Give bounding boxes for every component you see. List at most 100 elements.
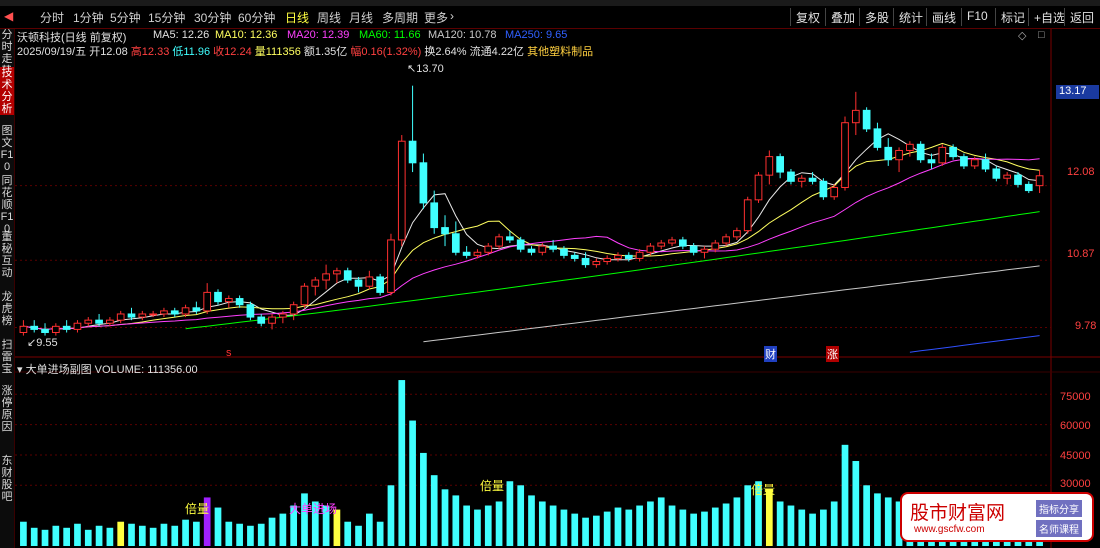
candle-body: [603, 257, 612, 263]
candle-body: [160, 310, 168, 315]
period-daily[interactable]: 日线: [285, 9, 309, 26]
volume-bar: [884, 497, 892, 546]
candle-body: [819, 180, 828, 198]
beiliang-label-3: 倍量: [751, 483, 776, 497]
candle-body: [657, 242, 666, 247]
chevron-right-icon[interactable]: ›: [450, 9, 454, 23]
period-fenshi[interactable]: 分时: [40, 9, 64, 26]
candle-body: [711, 242, 720, 250]
period-60min[interactable]: 60分钟: [238, 9, 275, 26]
volume-bar: [647, 501, 654, 546]
volume-bar: [106, 527, 114, 546]
volume-bar: [798, 509, 806, 546]
candle-body: [949, 146, 957, 158]
period-weekly[interactable]: 周线: [317, 9, 341, 26]
candle-body: [95, 319, 103, 324]
volume-bar: [657, 497, 665, 546]
candle-body: [851, 109, 860, 124]
candle-body: [192, 307, 201, 312]
volume-bar: [52, 525, 60, 546]
volume-bar: [701, 511, 708, 546]
period-more[interactable]: 更多: [424, 9, 448, 26]
high-marker: ↖13.70: [407, 63, 444, 75]
f10-button[interactable]: F10: [961, 8, 993, 26]
watermark-title: 股市财富网: [910, 502, 1006, 524]
multi-stock-button[interactable]: 多股: [859, 8, 894, 26]
volume-bar: [863, 485, 870, 546]
candle-body: [484, 245, 493, 253]
volume-bar: [117, 521, 125, 546]
candle-body: [797, 177, 806, 182]
volume-bar: [582, 517, 589, 546]
volume-bar: [268, 517, 276, 546]
candle-body: [300, 285, 309, 306]
draw-line-button[interactable]: 画线: [926, 8, 961, 26]
ma250-line: [909, 335, 1040, 353]
candle-body: [257, 316, 266, 324]
return-button[interactable]: 返回: [1064, 8, 1099, 26]
candle-body: [343, 270, 352, 281]
sidebar-item-guba[interactable]: 东财股吧: [0, 455, 14, 505]
volume-bar: [495, 501, 503, 546]
vol-tick-1: 75000: [1060, 391, 1091, 403]
volume-bar: [30, 527, 38, 546]
sidebar-item-saolei[interactable]: 扫雷宝: [0, 339, 14, 379]
candle-body: [149, 313, 157, 316]
sidebar-item-f10[interactable]: 图文F10: [0, 125, 14, 173]
volume-bar: [279, 513, 287, 546]
period-30min[interactable]: 30分钟: [194, 9, 231, 26]
period-1min[interactable]: 1分钟: [73, 9, 104, 26]
candle-body: [992, 168, 1001, 179]
volume-bar: [538, 501, 546, 546]
sidebar-item-longhu[interactable]: 龙虎榜: [0, 291, 14, 331]
sidebar-item-fenshi[interactable]: 分时走势: [0, 29, 14, 77]
period-15min[interactable]: 15分钟: [148, 9, 185, 26]
price-tick-2: 10.87: [1067, 248, 1095, 260]
candle-body: [560, 248, 568, 256]
stats-button[interactable]: 统计: [893, 8, 928, 26]
sidebar-item-zhangting[interactable]: 涨停原因: [0, 385, 14, 445]
candle-body: [678, 239, 687, 247]
volume-bar: [625, 509, 633, 546]
fuquan-button[interactable]: 复权: [790, 8, 825, 26]
period-multi[interactable]: 多周期: [382, 9, 418, 26]
candle-body: [62, 325, 71, 330]
candle-body: [581, 257, 590, 266]
candle-body: [235, 298, 244, 306]
watermark-tag2: 名师课程: [1036, 520, 1082, 537]
candle-body: [538, 245, 547, 253]
chart-area[interactable]: 沃顿科技(日线 前复权) MA5: 12.26 MA10: 12.36 MA20…: [15, 29, 1100, 548]
subchart-triangle-icon[interactable]: ▾: [17, 364, 23, 376]
overlay-button[interactable]: 叠加: [825, 8, 860, 26]
volume-bar: [560, 509, 568, 546]
sidebar-item-ths-f10[interactable]: 同花顺F10: [0, 175, 14, 235]
sidebar-item-tech[interactable]: 技术分析: [0, 67, 14, 115]
candle-body: [408, 140, 417, 164]
candle-body: [203, 291, 212, 312]
candle-body: [1035, 175, 1044, 187]
candle-body: [970, 159, 979, 167]
volume-bar: [63, 527, 70, 546]
candle-body: [960, 156, 968, 167]
volume-bar: [376, 521, 384, 546]
period-5min[interactable]: 5分钟: [110, 9, 141, 26]
volume-bar: [420, 452, 427, 546]
period-monthly[interactable]: 月线: [349, 9, 373, 26]
price-tick-1: 12.08: [1067, 166, 1095, 178]
candle-body: [224, 298, 233, 303]
volume-bar: [128, 523, 135, 546]
mark-button[interactable]: 标记: [995, 8, 1030, 26]
volume-bar: [733, 497, 741, 546]
candle-body: [1024, 183, 1033, 192]
candle-body: [451, 233, 460, 253]
candle-body: [268, 316, 276, 324]
sidebar-item-dongmi[interactable]: 董秘互动: [0, 231, 14, 281]
candle-body: [862, 109, 871, 130]
candle-body: [722, 236, 730, 244]
volume-bar: [247, 525, 254, 546]
candle-body: [84, 319, 93, 324]
zhang-marker: 涨: [826, 346, 839, 362]
subchart-title[interactable]: 大单进场副图: [26, 364, 92, 376]
candle-body: [614, 254, 622, 259]
back-arrow-icon[interactable]: ◀: [4, 9, 13, 23]
